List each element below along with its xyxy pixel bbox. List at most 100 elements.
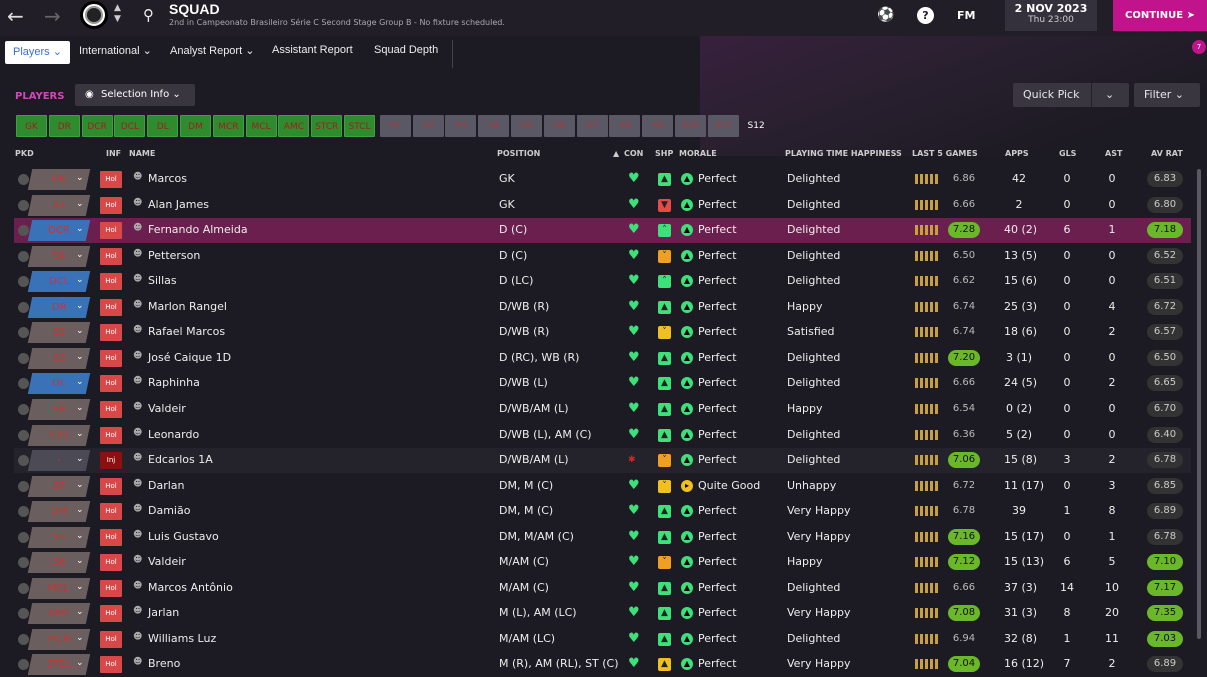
pick-check-icon[interactable] bbox=[18, 582, 29, 594]
table-row[interactable]: MCL ⌄ Hol ☻ Marcos Antônio M/AM (C) ♥ ▲ ▲ Perfect… bbox=[14, 576, 1191, 601]
player-name[interactable]: Damião bbox=[148, 504, 190, 517]
player-name[interactable]: Leonardo bbox=[148, 428, 199, 441]
position-chip[interactable]: S3 bbox=[445, 115, 477, 137]
table-row[interactable]: S8 ⌄ Hol ☻ Valdeir D/WB/AM (L) ♥ ▲ ▲ Perfect Happy… bbox=[14, 397, 1191, 422]
position-chip[interactable]: S8 bbox=[609, 115, 641, 137]
position-chip[interactable]: S1 bbox=[379, 115, 411, 137]
position-chip[interactable]: S5 bbox=[511, 115, 542, 137]
chevron-down-icon[interactable]: ⌄ bbox=[76, 429, 84, 439]
tab-international[interactable]: International ⌄ bbox=[79, 44, 152, 57]
table-row[interactable]: S2 ⌄ Hol ☻ Rafael Marcos D/WB (R) ♥ ˅ ▲ Perfect Sa… bbox=[14, 320, 1191, 345]
info-badge[interactable]: Hol bbox=[100, 400, 122, 418]
player-name[interactable]: Sillas bbox=[148, 274, 177, 287]
position-chip[interactable]: S7 bbox=[576, 115, 608, 137]
pick-check-icon[interactable] bbox=[18, 327, 29, 339]
table-row[interactable]: DL ⌄ Hol ☻ Raphinha D/WB (L) ♥ ▲ ▲ Perfect Delight… bbox=[14, 371, 1191, 396]
filter-button[interactable]: Filter ⌄ bbox=[1134, 83, 1200, 107]
position-chip[interactable]: STCL bbox=[344, 115, 375, 137]
date-display[interactable]: 2 NOV 2023 Thu 23:00 bbox=[1005, 0, 1097, 31]
info-badge[interactable]: Hol bbox=[100, 605, 122, 623]
table-row[interactable]: STCL ⌄ Hol ☻ Breno M (R), AM (RL), ST (C) ♥ ▲ ▲ P… bbox=[14, 652, 1191, 677]
chevron-down-icon[interactable]: ⌄ bbox=[76, 582, 84, 592]
table-row[interactable]: MCR ⌄ Hol ☻ Williams Luz M/AM (LC) ♥ ▲ ▲ Perfect D… bbox=[14, 627, 1191, 652]
fm-icon[interactable]: FM bbox=[957, 9, 975, 22]
info-badge[interactable]: Hol bbox=[100, 324, 122, 342]
chevron-down-icon[interactable]: ⌄ bbox=[76, 607, 84, 617]
position-chip[interactable]: S9 bbox=[642, 115, 674, 137]
header-shp[interactable]: SHP bbox=[655, 149, 673, 158]
info-badge[interactable]: Hol bbox=[100, 298, 122, 316]
info-badge[interactable]: Hol bbox=[100, 426, 122, 444]
pick-check-icon[interactable] bbox=[18, 378, 29, 390]
header-ast[interactable]: AST bbox=[1105, 149, 1122, 158]
chevron-down-icon[interactable]: ⌄ bbox=[76, 454, 84, 464]
position-chip[interactable]: DCR bbox=[81, 115, 113, 137]
position-chip[interactable]: S10 bbox=[675, 115, 706, 137]
chevron-down-icon[interactable]: ⌄ bbox=[76, 326, 84, 336]
position-chip[interactable]: S2 bbox=[412, 115, 444, 137]
table-row[interactable]: DCL ⌄ Hol ☻ Sillas D (LC) ♥ ˄ ▲ Perfect Delighted 6… bbox=[14, 269, 1191, 294]
position-chip[interactable]: MCL bbox=[245, 115, 277, 137]
table-row[interactable]: S5 ⌄ Hol ☻ Luis Gustavo DM, M/AM (C) ♥ ▲ ▲ Perfec… bbox=[14, 525, 1191, 550]
info-badge[interactable]: Hol bbox=[100, 656, 122, 674]
table-row[interactable]: - ⌄ Inj ☻ Edcarlos 1A D/WB/AM (L) ✱ ˅ ▲ Perfect De… bbox=[14, 448, 1191, 474]
chevron-down-icon[interactable]: ⌄ bbox=[76, 505, 84, 515]
tab-squad-depth[interactable]: Squad Depth bbox=[374, 44, 438, 56]
forward-arrow-icon[interactable]: → bbox=[44, 4, 61, 28]
club-logo[interactable] bbox=[80, 1, 108, 29]
chevron-down-icon[interactable]: ⌄ bbox=[76, 403, 84, 413]
player-name[interactable]: Rafael Marcos bbox=[148, 325, 225, 338]
info-badge[interactable]: Hol bbox=[100, 196, 122, 214]
chevron-down-icon[interactable]: ⌄ bbox=[76, 531, 84, 541]
tab-analyst-report[interactable]: Analyst Report ⌄ bbox=[170, 44, 254, 57]
chevron-down-icon[interactable]: ⌄ bbox=[76, 224, 84, 234]
position-chip[interactable]: MCR bbox=[212, 115, 244, 137]
pick-check-icon[interactable] bbox=[18, 608, 29, 620]
pick-check-icon[interactable] bbox=[18, 225, 29, 237]
info-badge[interactable]: Inj bbox=[100, 452, 122, 470]
back-arrow-icon[interactable]: ← bbox=[7, 4, 24, 28]
position-chip[interactable]: S4 bbox=[478, 115, 510, 137]
header-av-rat[interactable]: AV RAT bbox=[1151, 149, 1183, 158]
chevron-down-icon[interactable]: ⌄ bbox=[76, 556, 84, 566]
position-chip[interactable]: DM bbox=[180, 115, 211, 137]
table-row[interactable]: DR ⌄ Hol ☻ Marlon Rangel D/WB (R) ♥ ▲ ▲ Perfect Ha… bbox=[14, 295, 1191, 320]
tab-assistant-report[interactable]: Assistant Report bbox=[272, 44, 353, 56]
position-chip[interactable]: S11 bbox=[707, 115, 739, 137]
table-row[interactable]: S7 ⌄ Hol ☻ Darlan DM, M (C) ♥ ˅ ▸ Quite Good Unhap… bbox=[14, 474, 1191, 499]
header-inf[interactable]: INF bbox=[106, 149, 121, 158]
header-playing-time-happiness[interactable]: PLAYING TIME HAPPINESS bbox=[785, 149, 902, 158]
player-name[interactable]: José Caique 1D bbox=[148, 351, 231, 364]
pick-check-icon[interactable] bbox=[18, 506, 29, 518]
chevron-down-icon[interactable]: ⌄ bbox=[76, 352, 84, 362]
ball-icon[interactable]: ⚽ bbox=[877, 7, 894, 23]
position-chip[interactable]: DCL bbox=[114, 115, 146, 137]
player-name[interactable]: Marcos bbox=[148, 172, 187, 185]
pick-check-icon[interactable] bbox=[18, 429, 29, 441]
chevron-down-icon[interactable]: ⌄ bbox=[76, 658, 84, 668]
pick-check-icon[interactable] bbox=[18, 276, 29, 288]
continue-button[interactable]: CONTINUE ➤ bbox=[1113, 0, 1207, 31]
pick-check-icon[interactable] bbox=[18, 301, 29, 313]
pick-check-icon[interactable] bbox=[18, 480, 29, 492]
notification-badge[interactable]: 7 bbox=[1192, 40, 1206, 54]
quick-pick-button[interactable]: Quick Pick ⌄ bbox=[1013, 83, 1129, 107]
player-name[interactable]: Darlan bbox=[148, 479, 185, 492]
pick-check-icon[interactable] bbox=[18, 531, 29, 543]
header-gls[interactable]: GLS bbox=[1059, 149, 1076, 158]
player-name[interactable]: Marcos Antônio bbox=[148, 581, 233, 594]
info-badge[interactable]: Hol bbox=[100, 247, 122, 265]
position-chip[interactable]: DL bbox=[147, 115, 179, 137]
table-row[interactable]: DCR ⌄ Hol ☻ Fernando Almeida D (C) ♥ ˄ ▲ Perfect D… bbox=[14, 218, 1191, 244]
club-switch-arrows-icon[interactable]: ▲ ▼ bbox=[114, 3, 121, 25]
player-name[interactable]: Breno bbox=[148, 657, 180, 670]
pick-check-icon[interactable] bbox=[18, 633, 29, 645]
info-badge[interactable]: Hol bbox=[100, 503, 122, 521]
info-badge[interactable]: Hol bbox=[100, 630, 122, 648]
chevron-down-icon[interactable]: ⌄ bbox=[76, 301, 84, 311]
pick-check-icon[interactable] bbox=[18, 557, 29, 569]
info-badge[interactable]: Hol bbox=[100, 579, 122, 597]
search-icon[interactable]: ⚲ bbox=[143, 6, 154, 24]
selection-info-button[interactable]: ◉ Selection Info ⌄ bbox=[75, 84, 195, 106]
position-chip[interactable]: GK bbox=[16, 115, 47, 137]
